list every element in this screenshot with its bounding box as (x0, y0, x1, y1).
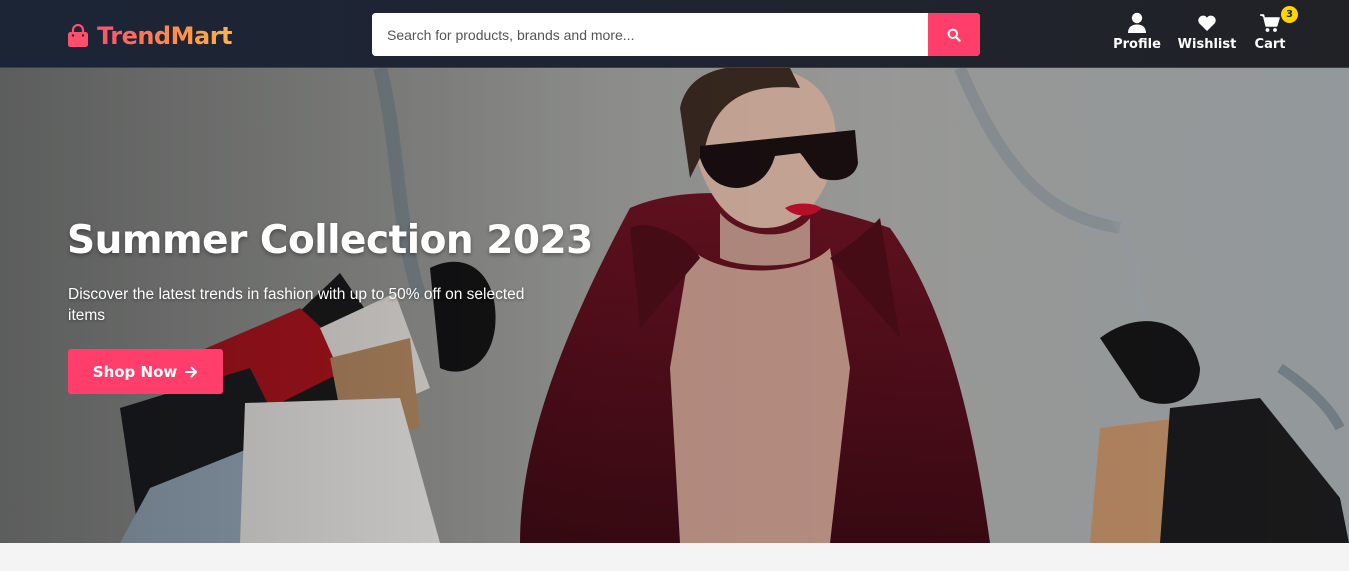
search-bar (372, 13, 980, 56)
heart-icon (1198, 15, 1216, 31)
nav-cart-label: Cart (1254, 37, 1286, 52)
search-button[interactable] (928, 13, 980, 56)
search-icon (947, 28, 961, 42)
nav-cart[interactable]: 3 Cart (1254, 6, 1298, 52)
cart-icon-wrap: 3 (1259, 6, 1298, 37)
cart-icon (1260, 14, 1280, 32)
shop-now-button[interactable]: Shop Now (68, 349, 223, 394)
shop-now-label: Shop Now (92, 362, 178, 381)
search-input[interactable] (372, 13, 928, 56)
shopping-bag-icon (68, 24, 88, 47)
logo[interactable]: TrendMart (67, 20, 233, 52)
brand-name: TrendMart (97, 22, 233, 50)
user-icon (1128, 12, 1146, 33)
cart-count-badge: 3 (1281, 6, 1298, 23)
nav-wishlist[interactable]: Wishlist (1178, 12, 1236, 52)
hero-banner: Summer Collection 2023 Discover the late… (0, 68, 1349, 543)
nav-profile-label: Profile (1113, 37, 1161, 52)
page-content-area (0, 543, 1349, 571)
site-header: TrendMart Profile Wishlist (0, 0, 1349, 68)
hero-subtitle: Discover the latest trends in fashion wi… (68, 286, 525, 324)
arrow-right-icon (185, 366, 198, 377)
nav-wishlist-label: Wishlist (1177, 37, 1237, 52)
hero-title: Summer Collection 2023 (67, 218, 593, 263)
nav-profile[interactable]: Profile (1113, 12, 1161, 52)
